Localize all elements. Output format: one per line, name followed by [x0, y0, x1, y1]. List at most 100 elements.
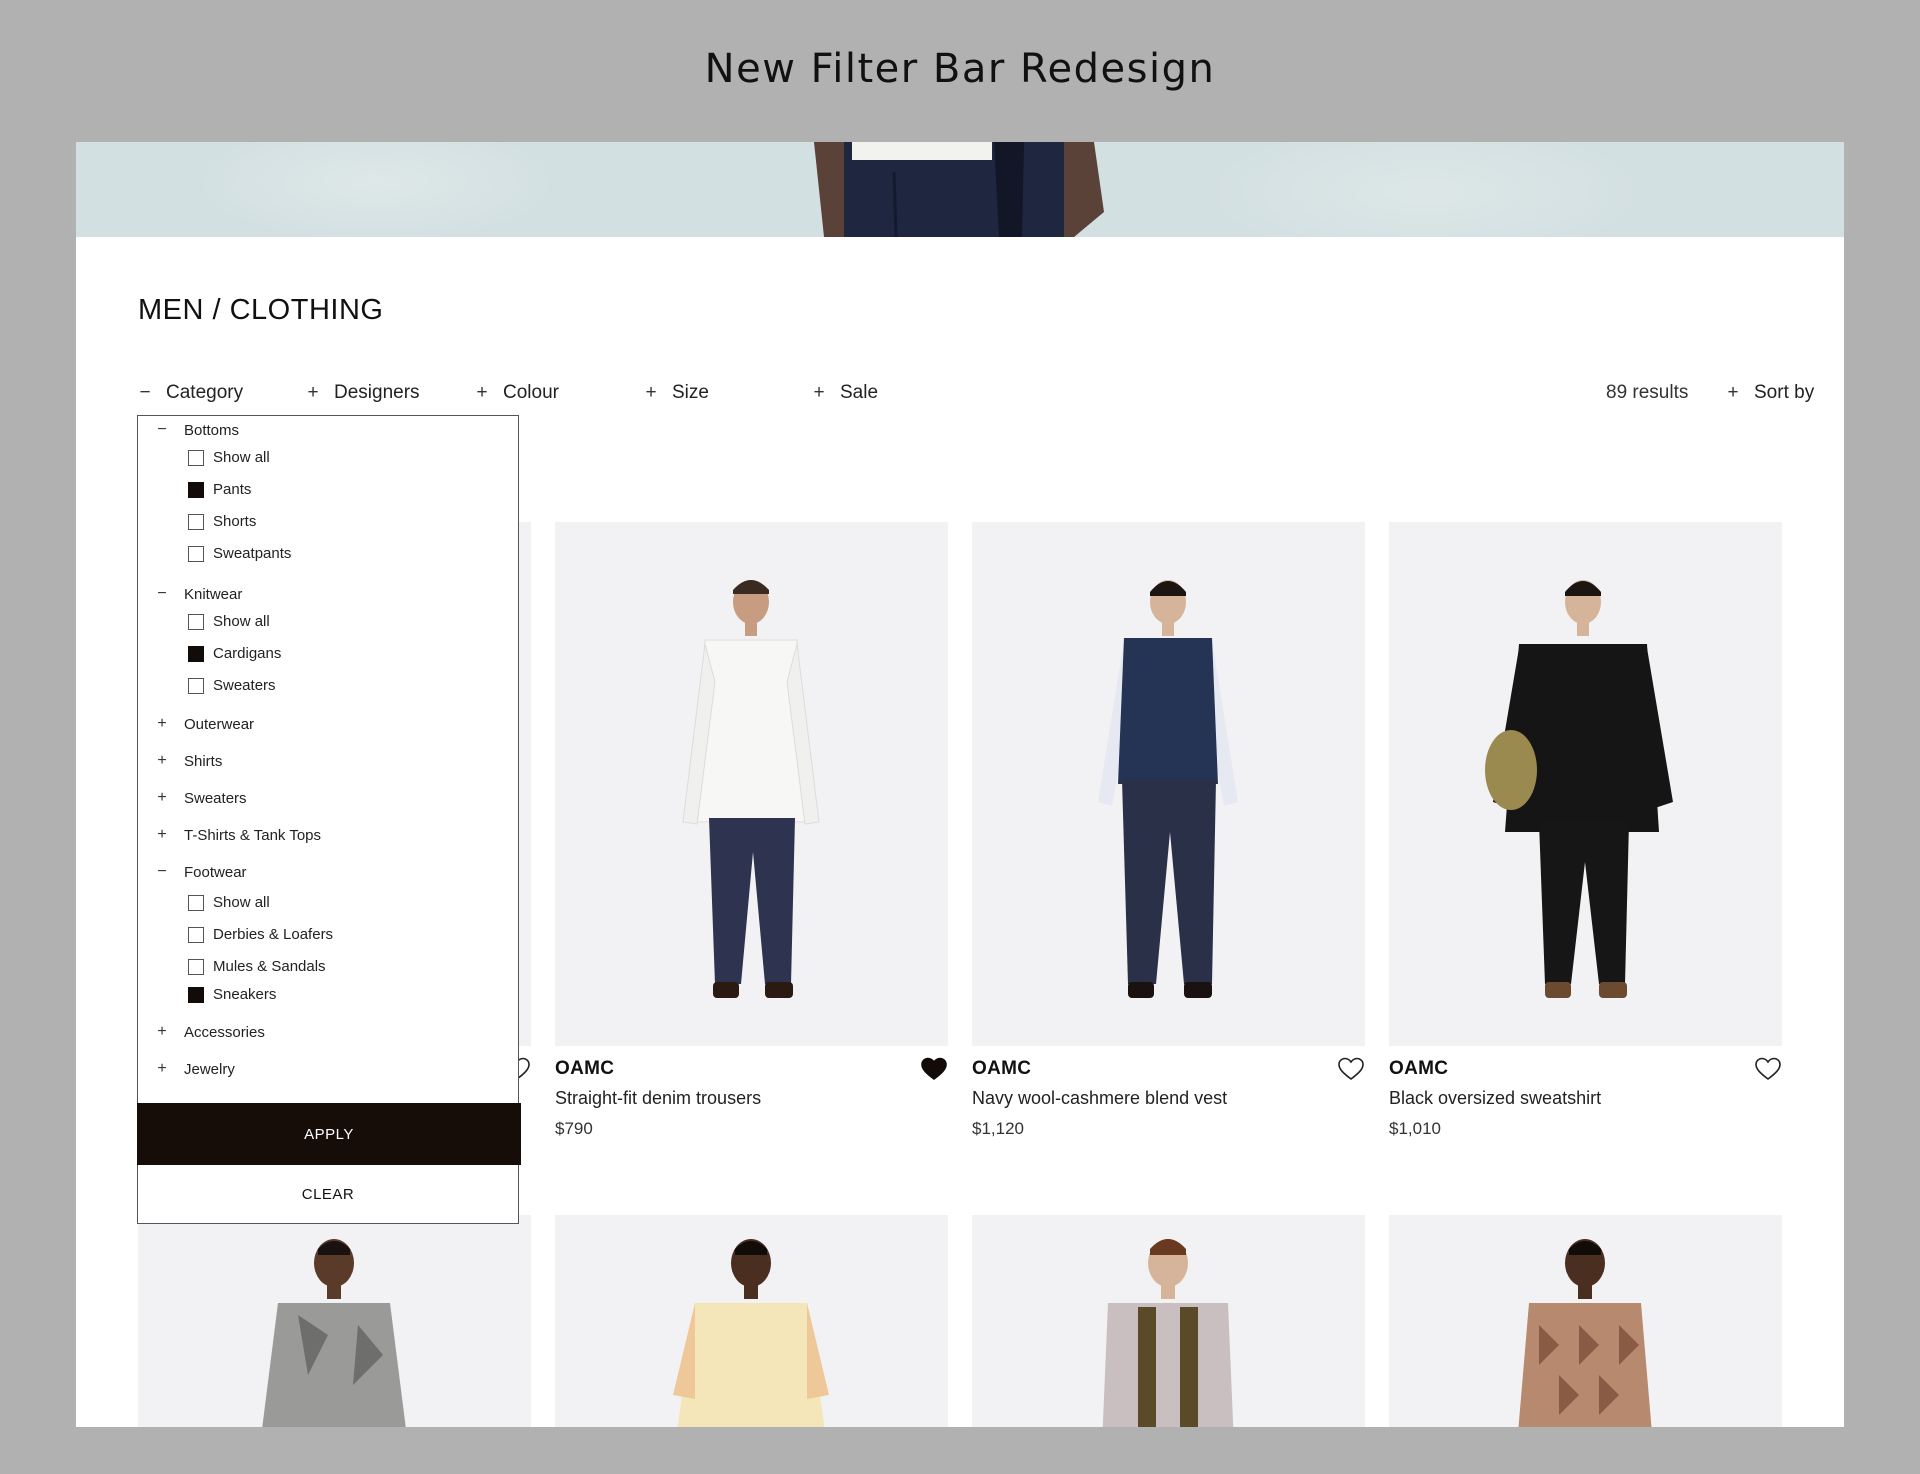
- checkbox[interactable]: [188, 613, 204, 630]
- sort-by-button[interactable]: + Sort by: [1726, 382, 1814, 404]
- checkbox[interactable]: [188, 677, 204, 694]
- product-card[interactable]: [972, 1215, 1365, 1427]
- product-name[interactable]: Black oversized sweatshirt: [1389, 1088, 1601, 1109]
- group-knitwear[interactable]: − Knitwear: [156, 585, 242, 603]
- heart-icon[interactable]: [1754, 1056, 1782, 1082]
- expand-icon: +: [813, 382, 825, 403]
- filter-size[interactable]: + Size: [644, 382, 709, 404]
- model-image: [673, 1239, 829, 1427]
- model-image: [1518, 1239, 1652, 1427]
- product-image[interactable]: [1389, 522, 1782, 1046]
- checkbox[interactable]: [188, 645, 204, 662]
- filter-label: Sale: [840, 382, 879, 403]
- product-brand: OAMC: [1389, 1058, 1449, 1079]
- product-name[interactable]: Straight-fit denim trousers: [555, 1088, 761, 1109]
- model-image: [262, 1239, 406, 1427]
- option-label: Derbies & Loafers: [213, 926, 334, 943]
- checkbox[interactable]: [188, 481, 204, 498]
- expand-icon: +: [645, 382, 657, 403]
- option-bottoms-show-all[interactable]: Show all: [188, 449, 270, 466]
- group-label: Jewelry: [184, 1060, 235, 1078]
- option-label: Shorts: [213, 513, 257, 530]
- group-label: Shirts: [184, 752, 223, 770]
- model-image: [1102, 1239, 1234, 1427]
- checkbox[interactable]: [188, 926, 204, 943]
- product-brand: OAMC: [972, 1058, 1032, 1079]
- option-footwear-show-all[interactable]: Show all: [188, 894, 270, 911]
- group-jewelry[interactable]: + Jewelry: [156, 1060, 235, 1078]
- option-label: Show all: [213, 613, 270, 630]
- group-sweaters[interactable]: + Sweaters: [156, 789, 247, 807]
- option-sweatpants[interactable]: Sweatpants: [188, 545, 291, 562]
- product-card[interactable]: [555, 1215, 948, 1427]
- option-sweaters[interactable]: Sweaters: [188, 677, 276, 694]
- breadcrumb: MEN / CLOTHING: [138, 294, 384, 326]
- collapse-icon: −: [157, 585, 167, 602]
- expand-icon: +: [1727, 382, 1739, 403]
- option-cardigans[interactable]: Cardigans: [188, 645, 281, 662]
- option-label: Mules & Sandals: [213, 958, 326, 975]
- option-mules-sandals[interactable]: Mules & Sandals: [188, 958, 326, 975]
- product-card[interactable]: [1389, 1215, 1782, 1427]
- product-price: $1,120: [972, 1119, 1024, 1138]
- option-sneakers[interactable]: Sneakers: [188, 986, 276, 1003]
- product-card[interactable]: OAMC Navy wool-cashmere blend vest $1,12…: [972, 522, 1365, 1138]
- product-card[interactable]: OAMC Black oversized sweatshirt $1,010: [1389, 522, 1782, 1138]
- expand-icon: +: [157, 826, 167, 843]
- product-name[interactable]: Navy wool-cashmere blend vest: [972, 1088, 1227, 1109]
- option-label: Sneakers: [213, 986, 277, 1003]
- group-bottoms[interactable]: − Bottoms: [156, 421, 239, 439]
- checkbox[interactable]: [188, 545, 204, 562]
- filter-category[interactable]: − Category: [138, 382, 243, 404]
- heart-icon-filled[interactable]: [920, 1056, 948, 1082]
- checkbox[interactable]: [188, 958, 204, 975]
- checkbox[interactable]: [188, 449, 204, 466]
- product-image[interactable]: [555, 522, 948, 1046]
- filter-colour[interactable]: + Colour: [475, 382, 559, 404]
- group-tshirts-tank-tops[interactable]: + T-Shirts & Tank Tops: [156, 826, 321, 844]
- product-image[interactable]: [972, 522, 1365, 1046]
- product-price: $790: [555, 1119, 593, 1138]
- filter-label: Designers: [334, 382, 420, 403]
- product-image[interactable]: [972, 1215, 1365, 1427]
- checkbox[interactable]: [188, 513, 204, 530]
- product-image[interactable]: [1389, 1215, 1782, 1427]
- filter-label: Size: [672, 382, 709, 403]
- category-dropdown: − Bottoms Show all Pants Shorts Sweatpan…: [137, 415, 521, 1224]
- clear-button[interactable]: CLEAR: [138, 1165, 518, 1223]
- option-knitwear-show-all[interactable]: Show all: [188, 613, 270, 630]
- filter-designers[interactable]: + Designers: [306, 382, 420, 404]
- product-price: $1,010: [1389, 1119, 1441, 1138]
- apply-button[interactable]: APPLY: [137, 1103, 521, 1165]
- option-pants[interactable]: Pants: [188, 481, 251, 498]
- sort-label: Sort by: [1754, 382, 1815, 403]
- checkbox[interactable]: [188, 894, 204, 911]
- group-shirts[interactable]: + Shirts: [156, 752, 222, 770]
- group-label: Bottoms: [184, 421, 240, 439]
- group-label: T-Shirts & Tank Tops: [184, 826, 322, 844]
- group-outerwear[interactable]: + Outerwear: [156, 715, 254, 733]
- heart-icon[interactable]: [1337, 1056, 1365, 1082]
- product-card[interactable]: [138, 1215, 531, 1427]
- product-image[interactable]: [555, 1215, 948, 1427]
- expand-icon: +: [157, 715, 167, 732]
- group-label: Accessories: [184, 1023, 265, 1041]
- product-image[interactable]: [138, 1215, 531, 1427]
- option-label: Sweaters: [213, 677, 276, 694]
- product-brand: OAMC: [555, 1058, 615, 1079]
- expand-icon: +: [307, 382, 319, 403]
- model-image: [682, 580, 820, 998]
- filter-sale[interactable]: + Sale: [812, 382, 878, 404]
- group-footwear[interactable]: − Footwear: [156, 863, 246, 881]
- option-label: Pants: [213, 481, 252, 498]
- option-label: Sweatpants: [213, 545, 292, 562]
- group-label: Sweaters: [184, 789, 247, 807]
- option-shorts[interactable]: Shorts: [188, 513, 256, 530]
- results-count: 89 results: [1606, 382, 1689, 403]
- checkbox[interactable]: [188, 986, 204, 1003]
- filter-label: Category: [166, 382, 244, 403]
- option-label: Show all: [213, 894, 270, 911]
- product-card[interactable]: OAMC Straight-fit denim trousers $790: [555, 522, 948, 1138]
- group-accessories[interactable]: + Accessories: [156, 1023, 265, 1041]
- option-derbies-loafers[interactable]: Derbies & Loafers: [188, 926, 333, 943]
